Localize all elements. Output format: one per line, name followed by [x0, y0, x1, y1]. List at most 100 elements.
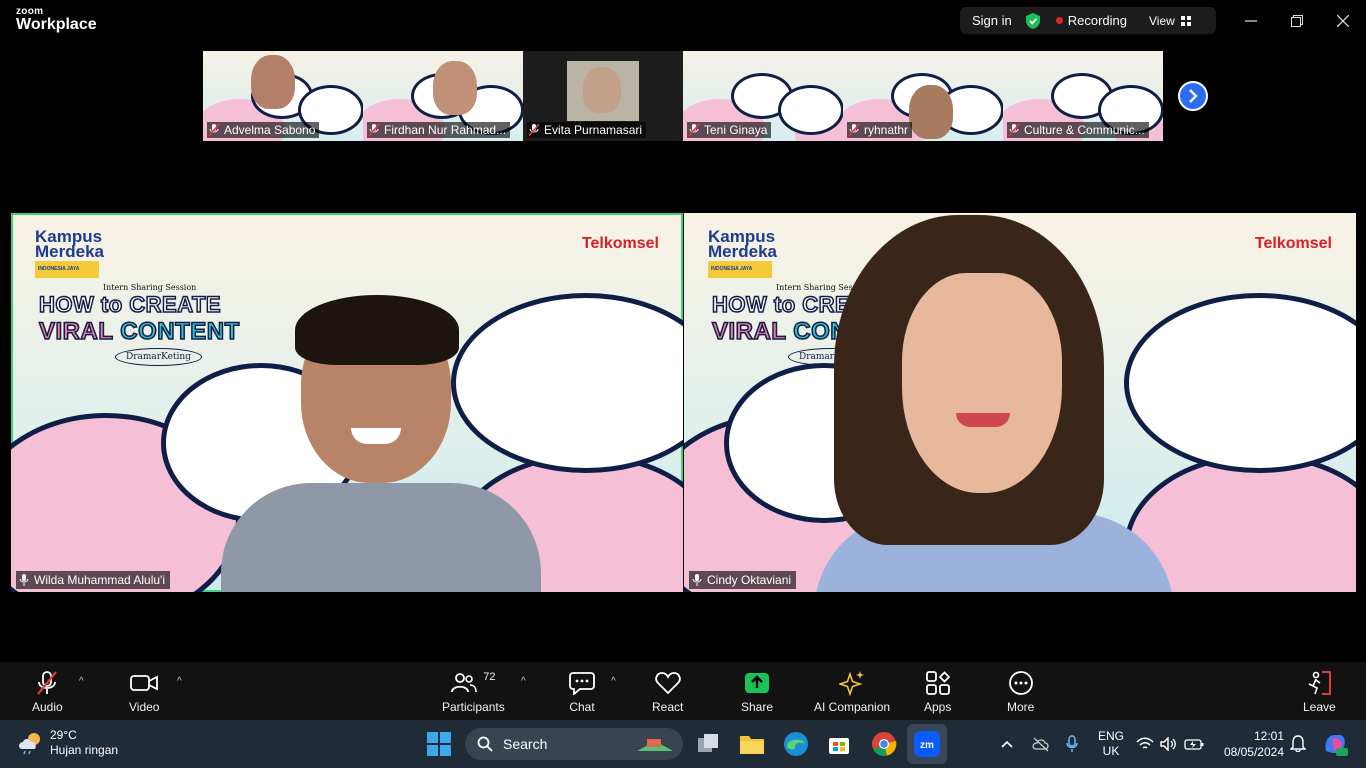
app-logo: zoom Workplace [16, 7, 97, 33]
title-bar: zoom Workplace Sign in Recording View [0, 0, 1366, 44]
thumbnail-label: ryhnathr [847, 122, 913, 138]
more-label: More [1007, 700, 1035, 714]
svg-text:zm: zm [920, 740, 934, 751]
edge-button[interactable] [783, 731, 809, 762]
speaker-video-tile[interactable]: Kampus Merdeka INDONESIA JAYA Telkomsel … [11, 213, 683, 592]
weather-widget[interactable]: 29°C Hujan ringan [18, 728, 118, 758]
participants-label: Participants [442, 700, 505, 714]
microphone-tray-icon[interactable] [1066, 735, 1078, 753]
notifications-button[interactable] [1289, 734, 1307, 757]
title-viral: VIRAL [711, 317, 794, 346]
react-label: React [652, 700, 684, 714]
participants-options-caret[interactable]: ^ [521, 676, 526, 687]
speaker-volume-icon[interactable] [1160, 737, 1178, 751]
participants-button[interactable]: 72 Participants [442, 670, 505, 714]
temperature: 29°C [50, 728, 77, 742]
mic-active-icon [19, 574, 29, 586]
apps-label: Apps [924, 700, 952, 714]
thumbnail-label: Firdhan Nur Rahmad... [367, 122, 511, 138]
speaker-video-tile[interactable]: Kampus Merdeka INDONESIA JAYA Telkomsel … [684, 213, 1356, 592]
view-button[interactable]: View [1149, 14, 1191, 28]
onedrive-icon[interactable] [1032, 736, 1050, 752]
top-controls: Sign in Recording View [960, 7, 1216, 34]
language-code: ENG [1098, 729, 1125, 743]
participant-video [909, 85, 953, 139]
share-button[interactable]: Share [741, 670, 773, 714]
share-label: Share [741, 700, 774, 714]
participant-name: ryhnathr [864, 123, 909, 137]
speaker-name: Wilda Muhammad Alulu'i [34, 573, 166, 587]
recording-indicator[interactable]: Recording [1055, 13, 1128, 28]
taskbar-search[interactable]: Search [465, 728, 683, 760]
more-icon [1008, 671, 1033, 695]
participant-thumbnail[interactable]: Advelma Sabono [203, 51, 363, 141]
edge-browser-icon [784, 732, 808, 756]
participant-name: Culture & Communic... [1024, 123, 1145, 137]
mic-muted-icon [369, 124, 379, 136]
audio-options-caret[interactable]: ^ [79, 676, 84, 687]
start-button[interactable] [427, 732, 451, 761]
participant-name: Evita Purnamasari [544, 123, 643, 137]
system-clock[interactable]: 12:01 08/05/2024 [1218, 728, 1284, 760]
chevron-up-icon[interactable] [1000, 739, 1014, 749]
participant-thumbnail[interactable]: Culture & Communic... [1003, 51, 1163, 141]
apps-button[interactable]: Apps [924, 670, 951, 714]
heart-icon [654, 672, 681, 694]
wifi-icon[interactable] [1136, 737, 1154, 751]
shield-icon[interactable] [1025, 12, 1040, 29]
speaker-name-label: Cindy Oktaviani [689, 571, 797, 589]
battery-icon[interactable] [1184, 738, 1204, 750]
sign-in-button[interactable]: Sign in [972, 13, 1012, 28]
chrome-button[interactable] [871, 731, 897, 762]
chat-label: Chat [569, 700, 595, 714]
ai-companion-button[interactable]: AI Companion [814, 670, 890, 714]
participant-thumbnail[interactable]: Firdhan Nur Rahmad... [363, 51, 523, 141]
keyboard-region: UK [1102, 744, 1120, 758]
participant-thumbnail[interactable]: Evita Purnamasari [523, 51, 683, 141]
thumbnail-label: Advelma Sabono [207, 122, 320, 138]
thumbnail-label: Evita Purnamasari [527, 122, 647, 138]
share-screen-icon [745, 673, 770, 693]
more-button[interactable]: More [1007, 670, 1034, 714]
language-indicator[interactable]: ENG UK [1098, 729, 1124, 759]
bg-cloud [451, 293, 683, 473]
participant-name: Advelma Sabono [224, 123, 316, 137]
audio-label: Audio [32, 700, 63, 714]
kampus-merdeka-logo: Kampus Merdeka INDONESIA JAYA [708, 228, 777, 278]
sparkle-icon [839, 671, 865, 696]
close-button[interactable] [1331, 10, 1355, 32]
view-label: View [1149, 13, 1175, 28]
zoom-taskbar-button[interactable]: zm [907, 724, 947, 764]
audio-button[interactable]: Audio [32, 670, 63, 714]
participant-thumbnail[interactable]: Teni Ginaya [683, 51, 843, 141]
session-subtitle: Intern Sharing Session [103, 283, 197, 292]
telkomsel-logo: Telkomsel [581, 235, 659, 252]
participant-video [251, 55, 295, 109]
file-explorer-button[interactable] [739, 732, 765, 761]
restore-icon [1291, 15, 1303, 27]
minimize-button[interactable] [1239, 10, 1263, 32]
video-button[interactable]: Video [129, 670, 159, 714]
chrome-icon [872, 732, 897, 756]
store-button[interactable] [827, 732, 851, 761]
participant-video [433, 61, 477, 115]
leave-icon [1308, 671, 1332, 695]
chevron-right-icon [1189, 89, 1198, 103]
next-page-button[interactable] [1178, 81, 1208, 111]
leave-button[interactable]: Leave [1303, 670, 1336, 714]
react-button[interactable]: React [652, 670, 683, 714]
chat-options-caret[interactable]: ^ [611, 676, 616, 687]
apps-icon [925, 671, 950, 695]
windows-taskbar: 29°C Hujan ringan Search zm ENG UK 12:01… [0, 720, 1366, 768]
task-view-button[interactable] [696, 732, 720, 761]
mic-muted-icon [209, 124, 219, 136]
participant-thumbnail[interactable]: ryhnathr [843, 51, 1003, 141]
bell-icon [1289, 735, 1307, 753]
session-banner: Intern Sharing Session HOW to CREATE VIR… [38, 283, 299, 366]
video-options-caret[interactable]: ^ [177, 676, 182, 687]
copilot-button[interactable] [1322, 731, 1348, 762]
video-label: Video [129, 700, 160, 714]
chat-button[interactable]: Chat [569, 670, 595, 714]
recording-label: Recording [1067, 13, 1128, 28]
restore-button[interactable] [1285, 10, 1309, 32]
